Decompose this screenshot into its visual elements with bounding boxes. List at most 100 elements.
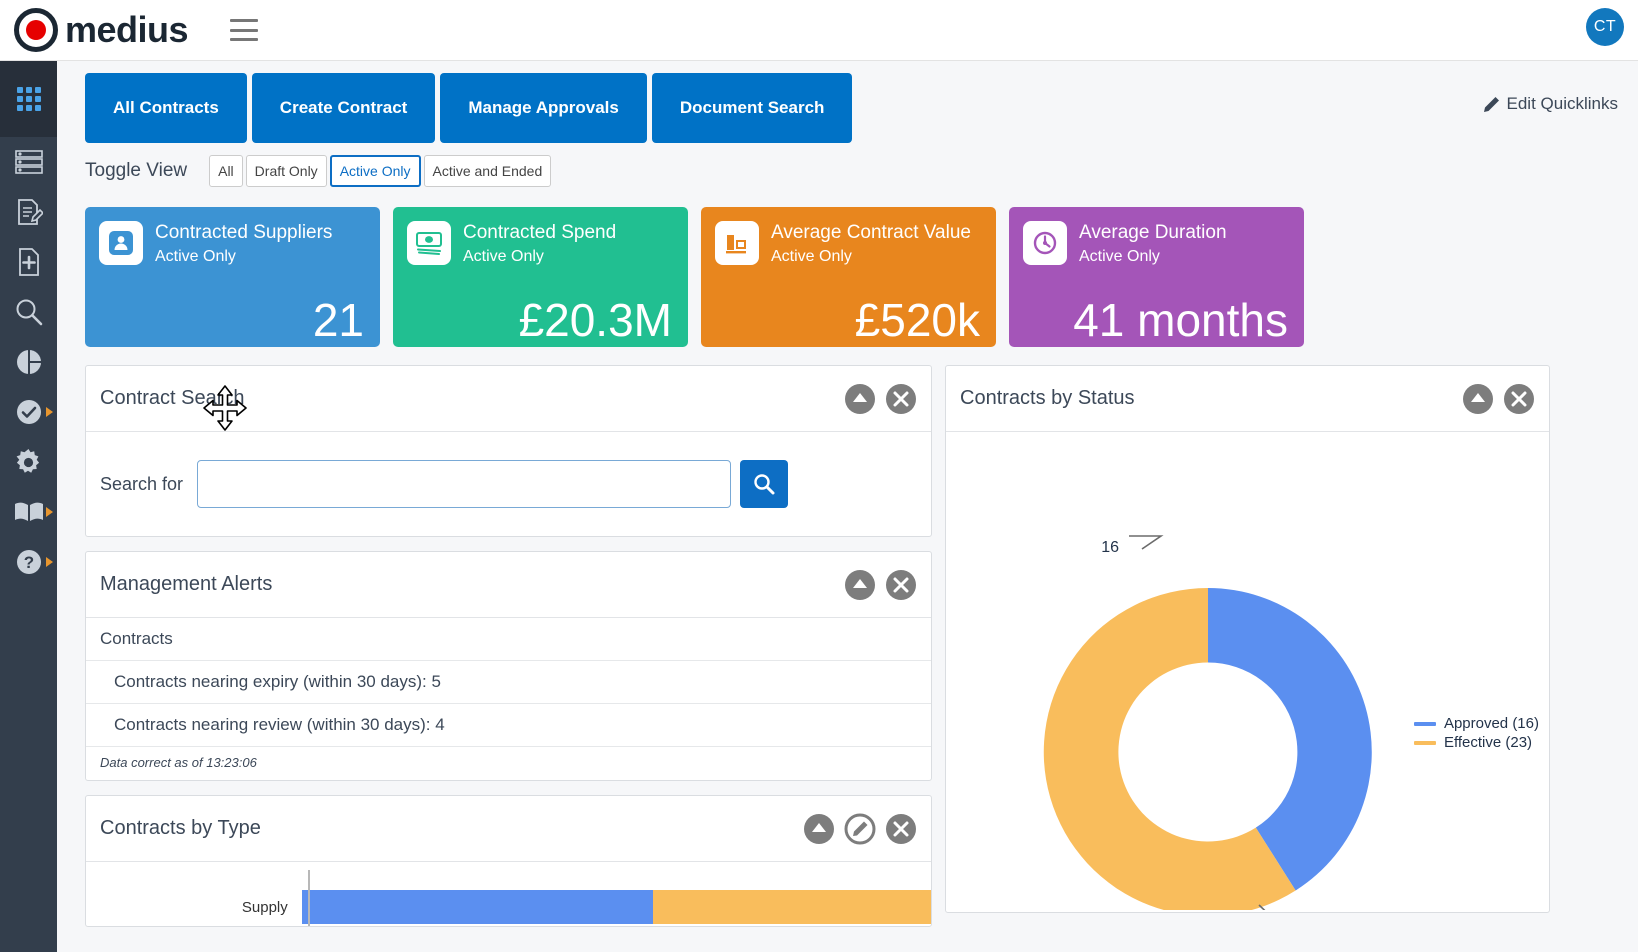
contract-search-body: Search for bbox=[86, 432, 931, 536]
submenu-arrow-icon bbox=[46, 407, 53, 417]
edit-quicklinks-button[interactable]: Edit Quicklinks bbox=[1483, 94, 1618, 114]
panel-tools bbox=[844, 383, 917, 415]
sidebar-item-help[interactable]: ? bbox=[0, 537, 57, 587]
submenu-arrow-icon bbox=[46, 557, 53, 567]
apps-grid-icon bbox=[16, 87, 41, 111]
legend-swatch-approved bbox=[1413, 721, 1436, 726]
left-column: Contract Search Search for Management Al… bbox=[85, 365, 932, 941]
panel-header[interactable]: Management Alerts bbox=[86, 552, 931, 618]
hamburger-bar bbox=[230, 38, 259, 41]
sidebar-item-search[interactable] bbox=[0, 287, 57, 337]
kpi-header: Average Contract Value Active Only bbox=[701, 207, 996, 268]
panel-title-contracts-by-type: Contracts by Type bbox=[100, 817, 261, 839]
close-circle-icon[interactable] bbox=[885, 383, 917, 415]
collapse-up-icon[interactable] bbox=[844, 569, 876, 601]
pie-chart-icon bbox=[16, 350, 41, 374]
quicklink-create-contract[interactable]: Create Contract bbox=[251, 73, 436, 143]
kpi-header: Contracted Spend Active Only bbox=[393, 207, 688, 268]
search-input[interactable] bbox=[197, 460, 732, 508]
kpi-subtitle: Active Only bbox=[155, 248, 236, 265]
kpi-icon-wrap bbox=[1023, 221, 1067, 265]
panel-tools bbox=[844, 569, 917, 601]
sidebar-item-list[interactable] bbox=[0, 137, 57, 187]
collapse-up-icon[interactable] bbox=[803, 813, 835, 845]
panel-contract-search: Contract Search Search for bbox=[85, 365, 932, 537]
edit-pencil-circle-icon[interactable] bbox=[844, 813, 876, 845]
clock-icon bbox=[1033, 231, 1057, 255]
toggle-option-draft-only[interactable]: Draft Only bbox=[245, 155, 327, 187]
bar-segment-effective[interactable] bbox=[653, 890, 931, 924]
toggle-option-active-only[interactable]: Active Only bbox=[329, 155, 421, 187]
hamburger-icon[interactable] bbox=[230, 19, 259, 41]
sidebar-item-library[interactable] bbox=[0, 487, 57, 537]
avatar[interactable]: CT bbox=[1586, 8, 1624, 46]
panel-tools bbox=[1462, 383, 1535, 415]
edit-quicklinks-label: Edit Quicklinks bbox=[1506, 94, 1618, 113]
alerts-group-label: Contracts bbox=[86, 618, 931, 661]
sidebar-item-apps[interactable] bbox=[0, 61, 57, 137]
user-badge-icon bbox=[109, 231, 133, 255]
kpi-card-contracted-spend[interactable]: Contracted Spend Active Only £20.3M bbox=[393, 207, 688, 347]
close-circle-icon[interactable] bbox=[1503, 383, 1535, 415]
list-icon bbox=[14, 150, 43, 174]
panel-management-alerts: Management Alerts Contracts Contracts ne… bbox=[85, 551, 932, 781]
sidebar-item-document-add[interactable] bbox=[0, 237, 57, 287]
alert-row-nearing-review[interactable]: Contracts nearing review (within 30 days… bbox=[86, 704, 931, 747]
contracts-by-status-chart: 16 23 Approved (16) Effective (23 bbox=[946, 432, 1549, 933]
kpi-subtitle: Active Only bbox=[1079, 248, 1160, 265]
search-icon bbox=[16, 299, 42, 326]
kpi-value: £520k bbox=[854, 294, 980, 346]
kpi-card-contracted-suppliers[interactable]: Contracted Suppliers Active Only 21 bbox=[85, 207, 380, 347]
search-submit-button[interactable] bbox=[740, 460, 789, 508]
hamburger-bar bbox=[230, 19, 259, 22]
dashboard-page: medius CT ? All Contracts Create Contrac… bbox=[0, 0, 1638, 952]
panel-contracts-by-type: Contracts by Type Supply bbox=[85, 795, 932, 927]
quicklink-all-contracts[interactable]: All Contracts bbox=[85, 73, 247, 143]
bar-chart-icon bbox=[726, 235, 746, 254]
book-icon bbox=[14, 502, 43, 521]
collapse-up-icon[interactable] bbox=[844, 383, 876, 415]
quicklink-document-search[interactable]: Document Search bbox=[651, 73, 853, 143]
toggle-view-row: Toggle View All Draft Only Active Only A… bbox=[57, 145, 1638, 197]
help-icon: ? bbox=[16, 550, 41, 574]
kpi-card-average-duration[interactable]: Average Duration Active Only 41 months bbox=[1009, 207, 1304, 347]
alert-row-nearing-expiry[interactable]: Contracts nearing expiry (within 30 days… bbox=[86, 661, 931, 704]
chart-y-axis bbox=[308, 870, 310, 926]
close-circle-icon[interactable] bbox=[885, 813, 917, 845]
toggle-option-all[interactable]: All bbox=[209, 155, 243, 187]
panel-header[interactable]: Contracts by Status bbox=[946, 366, 1549, 432]
legend-item-effective[interactable]: Effective (23) bbox=[1413, 734, 1539, 751]
brand-logo[interactable]: medius bbox=[14, 8, 189, 52]
pencil-icon bbox=[1483, 97, 1499, 112]
collapse-up-icon[interactable] bbox=[1462, 383, 1494, 415]
panel-title-contract-search: Contract Search bbox=[100, 387, 245, 409]
panel-contracts-by-status: Contracts by Status 16 Approved (16) Eff… bbox=[945, 365, 1550, 933]
toggle-option-active-and-ended[interactable]: Active and Ended bbox=[423, 155, 552, 187]
legend-item-approved[interactable]: Approved (16) bbox=[1413, 715, 1539, 732]
panel-title-management-alerts: Management Alerts bbox=[100, 573, 273, 595]
sidebar-item-reports[interactable] bbox=[0, 337, 57, 387]
kpi-icon-wrap bbox=[407, 221, 451, 265]
close-circle-icon[interactable] bbox=[885, 569, 917, 601]
kpi-title: Average Duration bbox=[1079, 222, 1227, 243]
kpi-value: 21 bbox=[312, 294, 364, 346]
bar-segment-approved[interactable] bbox=[301, 890, 654, 924]
alerts-timestamp: Data correct as of 13:23:06 bbox=[100, 755, 257, 770]
sidebar-item-settings[interactable] bbox=[0, 437, 57, 487]
toggle-view-group: All Draft Only Active Only Active and En… bbox=[209, 155, 554, 187]
donut-label-approved: 16 bbox=[1101, 539, 1119, 556]
sidebar-item-approvals[interactable] bbox=[0, 387, 57, 437]
donut-chart-svg: 16 23 bbox=[1043, 535, 1372, 933]
legend-label-effective: Effective (23) bbox=[1443, 734, 1533, 751]
sidebar-item-document-edit[interactable] bbox=[0, 187, 57, 237]
kpi-icon-wrap bbox=[715, 221, 759, 265]
panel-header[interactable]: Contracts by Type bbox=[86, 796, 931, 862]
kpi-value: 41 months bbox=[1073, 294, 1288, 346]
panels-area: Contract Search Search for Management Al… bbox=[57, 347, 1638, 941]
panel-header[interactable]: Contract Search bbox=[86, 366, 931, 432]
kpi-titles: Average Contract Value Active Only bbox=[771, 221, 971, 268]
kpi-header: Contracted Suppliers Active Only bbox=[85, 207, 380, 268]
kpi-card-average-contract-value[interactable]: Average Contract Value Active Only £520k bbox=[701, 207, 996, 347]
legend-swatch-effective bbox=[1413, 740, 1436, 745]
quicklink-manage-approvals[interactable]: Manage Approvals bbox=[440, 73, 647, 143]
